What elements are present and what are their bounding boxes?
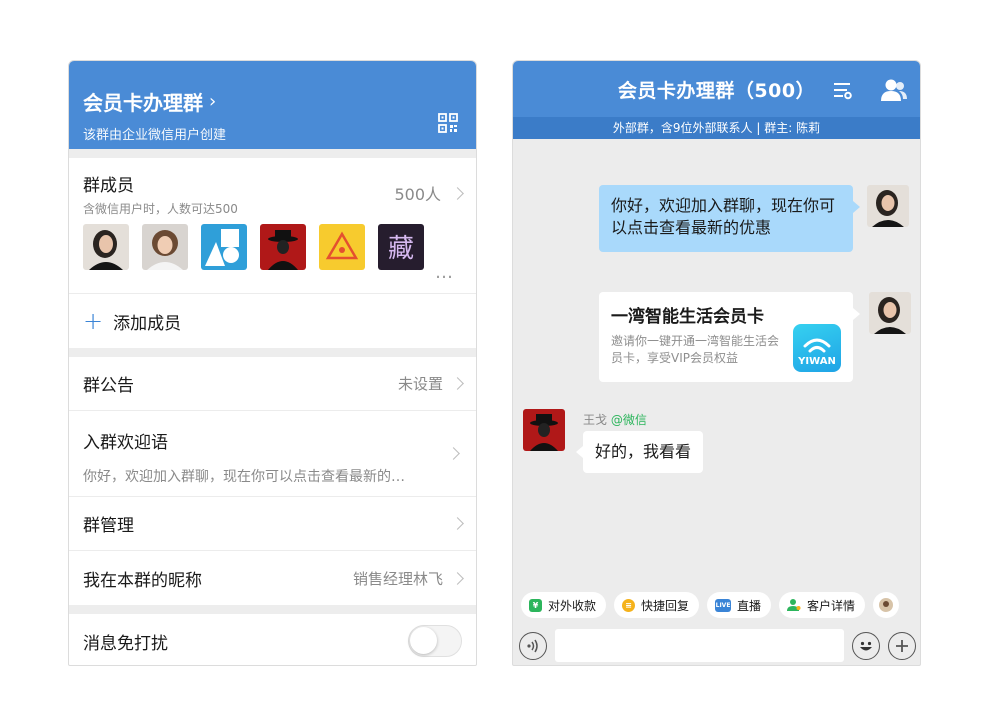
sender-name: 王戈 <box>583 413 608 427</box>
group-members-icon[interactable] <box>880 78 908 102</box>
message-bubble[interactable]: 你好，欢迎加入群聊，现在你可以点击查看最新的优惠 <box>599 185 853 252</box>
members-subtitle: 含微信用户时，人数可达500 <box>83 202 238 216</box>
group-creator-note: 该群由企业微信用户创建 <box>83 128 227 143</box>
live-icon: LIVE <box>715 598 732 612</box>
more-members-icon[interactable]: … <box>435 262 454 283</box>
avatar[interactable] <box>869 292 911 334</box>
customer-icon <box>787 599 801 611</box>
qr-code-icon[interactable] <box>438 113 458 133</box>
quick-action-live[interactable]: LIVE 直播 <box>707 592 772 618</box>
avatar[interactable] <box>523 409 565 451</box>
quick-reply-icon: ≡ <box>622 598 636 612</box>
avatar[interactable] <box>83 224 129 270</box>
group-header[interactable]: 会员卡办理群 › 该群由企业微信用户创建 <box>69 61 476 149</box>
plus-icon: + <box>83 307 104 335</box>
welcome-preview: 你好，欢迎加入群聊，现在你可以点击查看最新的… <box>83 469 405 485</box>
quick-action-customer-details[interactable]: 客户详情 <box>779 592 866 618</box>
group-manage-row[interactable]: 群管理 <box>69 497 476 551</box>
announcement-value: 未设置 <box>397 375 443 393</box>
members-title: 群成员 <box>83 176 134 196</box>
yen-icon: ¥ <box>529 598 542 612</box>
nickname-value: 销售经理林飞 <box>352 569 443 588</box>
quick-action-bar: ¥ 对外收款 ≡ 快捷回复 LIVE 直播 客户详情 <box>513 586 920 624</box>
add-member-button[interactable]: + 添加成员 <box>69 294 476 348</box>
members-row[interactable]: 群成员 含微信用户时，人数可达500 500人 <box>69 158 476 224</box>
add-member-label: 添加成员 <box>113 313 182 334</box>
mute-toggle[interactable] <box>408 625 462 657</box>
message-input[interactable] <box>555 629 844 662</box>
announcement-row[interactable]: 群公告 未设置 <box>69 357 476 411</box>
sender-source: @微信 <box>610 413 647 427</box>
message-text: 好的，我看看 <box>595 442 692 461</box>
message-bubble[interactable]: 好的，我看看 <box>583 431 704 473</box>
welcome-message-row[interactable]: 入群欢迎语 你好，欢迎加入群聊，现在你可以点击查看最新的… <box>69 411 476 497</box>
card-description: 邀请你一键开通一湾智能生活会员卡，享受VIP会员权益 <box>611 334 780 365</box>
svg-text:藏: 藏 <box>388 234 414 264</box>
group-settings-panel: 会员卡办理群 › 该群由企业微信用户创建 群成员 含微信用户时，人数可达500 … <box>68 60 477 666</box>
group-info-bar: 外部群，含9位外部联系人 | 群主: 陈莉 <box>513 117 920 139</box>
chat-input-bar <box>513 624 920 665</box>
mute-row: 消息免打扰 <box>69 614 476 665</box>
settings-section: 群公告 未设置 入群欢迎语 你好，欢迎加入群聊，现在你可以点击查看最新的… 群管… <box>69 357 476 605</box>
nickname-label: 我在本群的昵称 <box>83 570 202 591</box>
quick-action-payment[interactable]: ¥ 对外收款 <box>521 592 607 618</box>
mute-section: 消息免打扰 <box>69 614 476 665</box>
avatar[interactable] <box>201 224 247 270</box>
chevron-right-icon <box>451 377 464 390</box>
nickname-row[interactable]: 我在本群的昵称 销售经理林飞 <box>69 551 476 605</box>
quick-action-quick-reply[interactable]: ≡ 快捷回复 <box>614 592 700 618</box>
yiwan-logo-text: YIWAN <box>798 356 836 367</box>
group-title: 会员卡办理群 <box>83 91 203 115</box>
voice-input-icon[interactable] <box>519 631 547 660</box>
chat-panel: 会员卡办理群（500） 外部群，含9位外部联系人 | 群主: 陈莉 你好，欢迎加… <box>512 60 921 666</box>
plus-icon[interactable] <box>888 631 916 660</box>
group-manage-label: 群管理 <box>83 516 134 536</box>
emoji-icon[interactable] <box>852 631 880 660</box>
membership-card-message[interactable]: 一湾智能生活会员卡 邀请你一键开通一湾智能生活会员卡，享受VIP会员权益 YIW… <box>599 292 853 382</box>
welcome-label: 入群欢迎语 <box>83 433 168 453</box>
avatar[interactable] <box>319 224 365 270</box>
members-count: 500人 <box>394 185 441 204</box>
more-app-icon <box>879 598 894 612</box>
avatar[interactable] <box>142 224 188 270</box>
announcement-label: 群公告 <box>83 376 134 396</box>
chevron-right-icon <box>451 517 464 530</box>
member-avatar-list: 藏 … <box>69 224 476 294</box>
avatar[interactable]: 藏 <box>378 224 424 270</box>
chevron-right-icon: › <box>209 91 217 112</box>
avatar[interactable] <box>260 224 306 270</box>
sender-label: 王戈 @微信 <box>583 411 647 428</box>
avatar[interactable] <box>867 185 909 227</box>
quick-action-more[interactable] <box>873 592 900 618</box>
chat-menu-icon[interactable] <box>832 80 852 100</box>
chevron-right-icon <box>451 571 464 585</box>
chat-header: 会员卡办理群（500） <box>513 61 920 117</box>
chat-title: 会员卡办理群（500） <box>617 79 816 102</box>
yiwan-logo: YIWAN <box>793 324 841 372</box>
mute-label: 消息免打扰 <box>83 633 168 654</box>
message-text: 你好，欢迎加入群聊，现在你可以点击查看最新的优惠 <box>611 196 836 237</box>
members-section: 群成员 含微信用户时，人数可达500 500人 藏 … + 添加成员 <box>69 158 476 348</box>
chevron-right-icon <box>451 186 464 200</box>
